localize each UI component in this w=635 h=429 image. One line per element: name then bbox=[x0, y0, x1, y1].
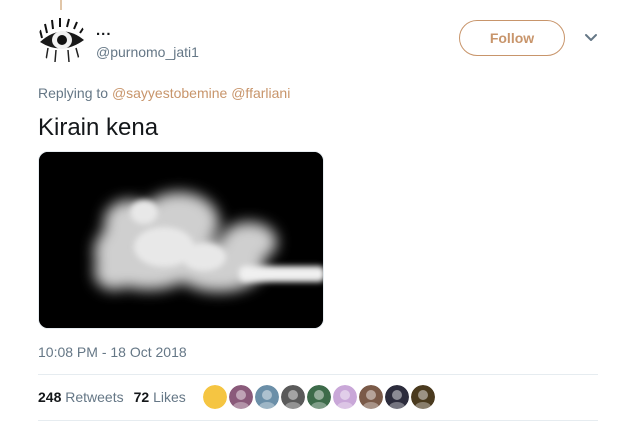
tweet-text: Kirain kena bbox=[38, 114, 159, 141]
likers-list bbox=[203, 385, 435, 409]
tweet-timestamp[interactable]: 10:08 PM - 18 Oct 2018 bbox=[38, 344, 187, 360]
likes-label: Likes bbox=[153, 389, 186, 405]
likes-stat[interactable]: 72 Likes bbox=[134, 389, 186, 405]
follow-button[interactable]: Follow bbox=[459, 20, 565, 56]
liker-avatar[interactable] bbox=[281, 385, 305, 409]
mention-link[interactable]: @ffarliani bbox=[231, 85, 290, 101]
username[interactable]: @purnomo_jati1 bbox=[96, 44, 199, 60]
liker-avatar[interactable] bbox=[255, 385, 279, 409]
tweet-image[interactable] bbox=[38, 151, 324, 329]
liker-avatar[interactable] bbox=[411, 385, 435, 409]
mention-link[interactable]: @sayyestobemine bbox=[112, 85, 227, 101]
thread-line bbox=[60, 0, 62, 10]
liker-avatar[interactable] bbox=[203, 385, 227, 409]
divider bbox=[38, 420, 598, 421]
liker-avatar[interactable] bbox=[385, 385, 409, 409]
display-name[interactable]: ... bbox=[96, 22, 199, 40]
liker-avatar[interactable] bbox=[333, 385, 357, 409]
divider bbox=[38, 374, 598, 375]
tweet-stats: 248 Retweets 72 Likes bbox=[38, 389, 186, 405]
tweet-header: ... @purnomo_jati1 Follow bbox=[38, 16, 598, 68]
likes-count: 72 bbox=[133, 389, 150, 405]
liker-avatar[interactable] bbox=[229, 385, 253, 409]
replying-prefix: Replying to bbox=[38, 85, 109, 101]
liker-avatar[interactable] bbox=[307, 385, 331, 409]
replying-to: Replying to @sayyestobemine @ffarliani bbox=[38, 85, 290, 101]
chevron-down-icon[interactable] bbox=[583, 30, 599, 46]
retweets-count: 248 bbox=[38, 389, 62, 405]
liker-avatar[interactable] bbox=[359, 385, 383, 409]
eye-avatar-icon bbox=[39, 18, 85, 63]
avatar[interactable] bbox=[38, 16, 86, 64]
retweets-stat[interactable]: 248 Retweets bbox=[38, 389, 124, 405]
retweets-label: Retweets bbox=[65, 389, 124, 405]
